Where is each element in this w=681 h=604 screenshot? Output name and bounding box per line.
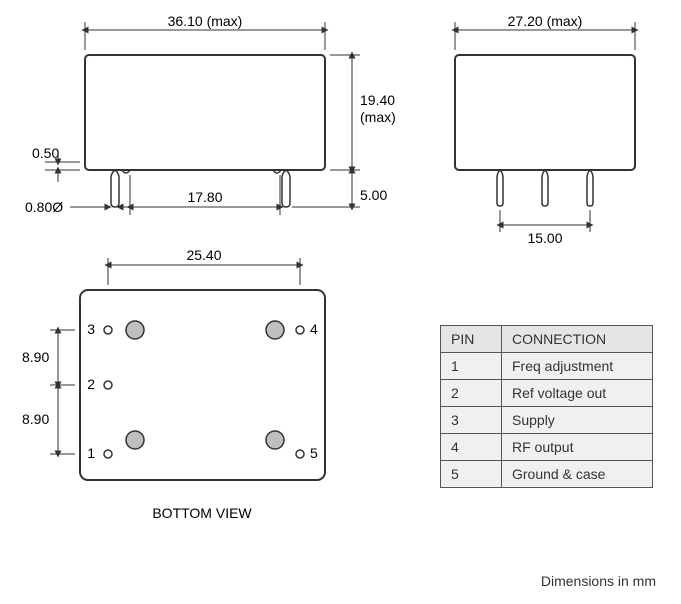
dim-pin-length: 5.00 [360,187,387,203]
pin-label-2: 2 [87,376,95,392]
th-conn: CONNECTION [502,326,653,353]
side-view: 27.20 (max) 15.00 [455,13,635,246]
dim-pin-stub: 0.50 [32,145,59,161]
units-label: Dimensions in mm [541,573,656,589]
bottom-view-label: BOTTOM VIEW [152,505,252,521]
pin-label-5: 5 [310,445,318,461]
dim-side-width: 27.20 (max) [508,13,583,29]
th-pin: PIN [441,326,502,353]
table-row: 2Ref voltage out [441,380,653,407]
front-view: 36.10 (max) 19.40 (max) 5.00 0.50 0.80Ø … [25,13,396,215]
table-row: 4RF output [441,434,653,461]
dim-bottom-span: 25.40 [186,247,221,263]
dim-pin-spacing-front: 17.80 [187,189,222,205]
dim-pin-spacing-side: 15.00 [527,230,562,246]
table-row: 1Freq adjustment [441,353,653,380]
pin-connection-table: PIN CONNECTION 1Freq adjustment 2Ref vol… [440,325,653,488]
pin-label-1: 1 [87,445,95,461]
dim-row-b: 8.90 [22,411,49,427]
dim-pin-dia: 0.80Ø [25,199,63,215]
dim-height-b: (max) [360,109,396,125]
pin-label-4: 4 [310,321,318,337]
table-row: 5Ground & case [441,461,653,488]
dim-height-a: 19.40 [360,92,395,108]
bottom-view: 3 4 2 1 5 25.40 8.90 8.90 BOTTOM VIEW [22,247,325,521]
table-row: 3Supply [441,407,653,434]
dim-front-width: 36.10 (max) [168,13,243,29]
dim-row-a: 8.90 [22,349,49,365]
pin-label-3: 3 [87,321,95,337]
